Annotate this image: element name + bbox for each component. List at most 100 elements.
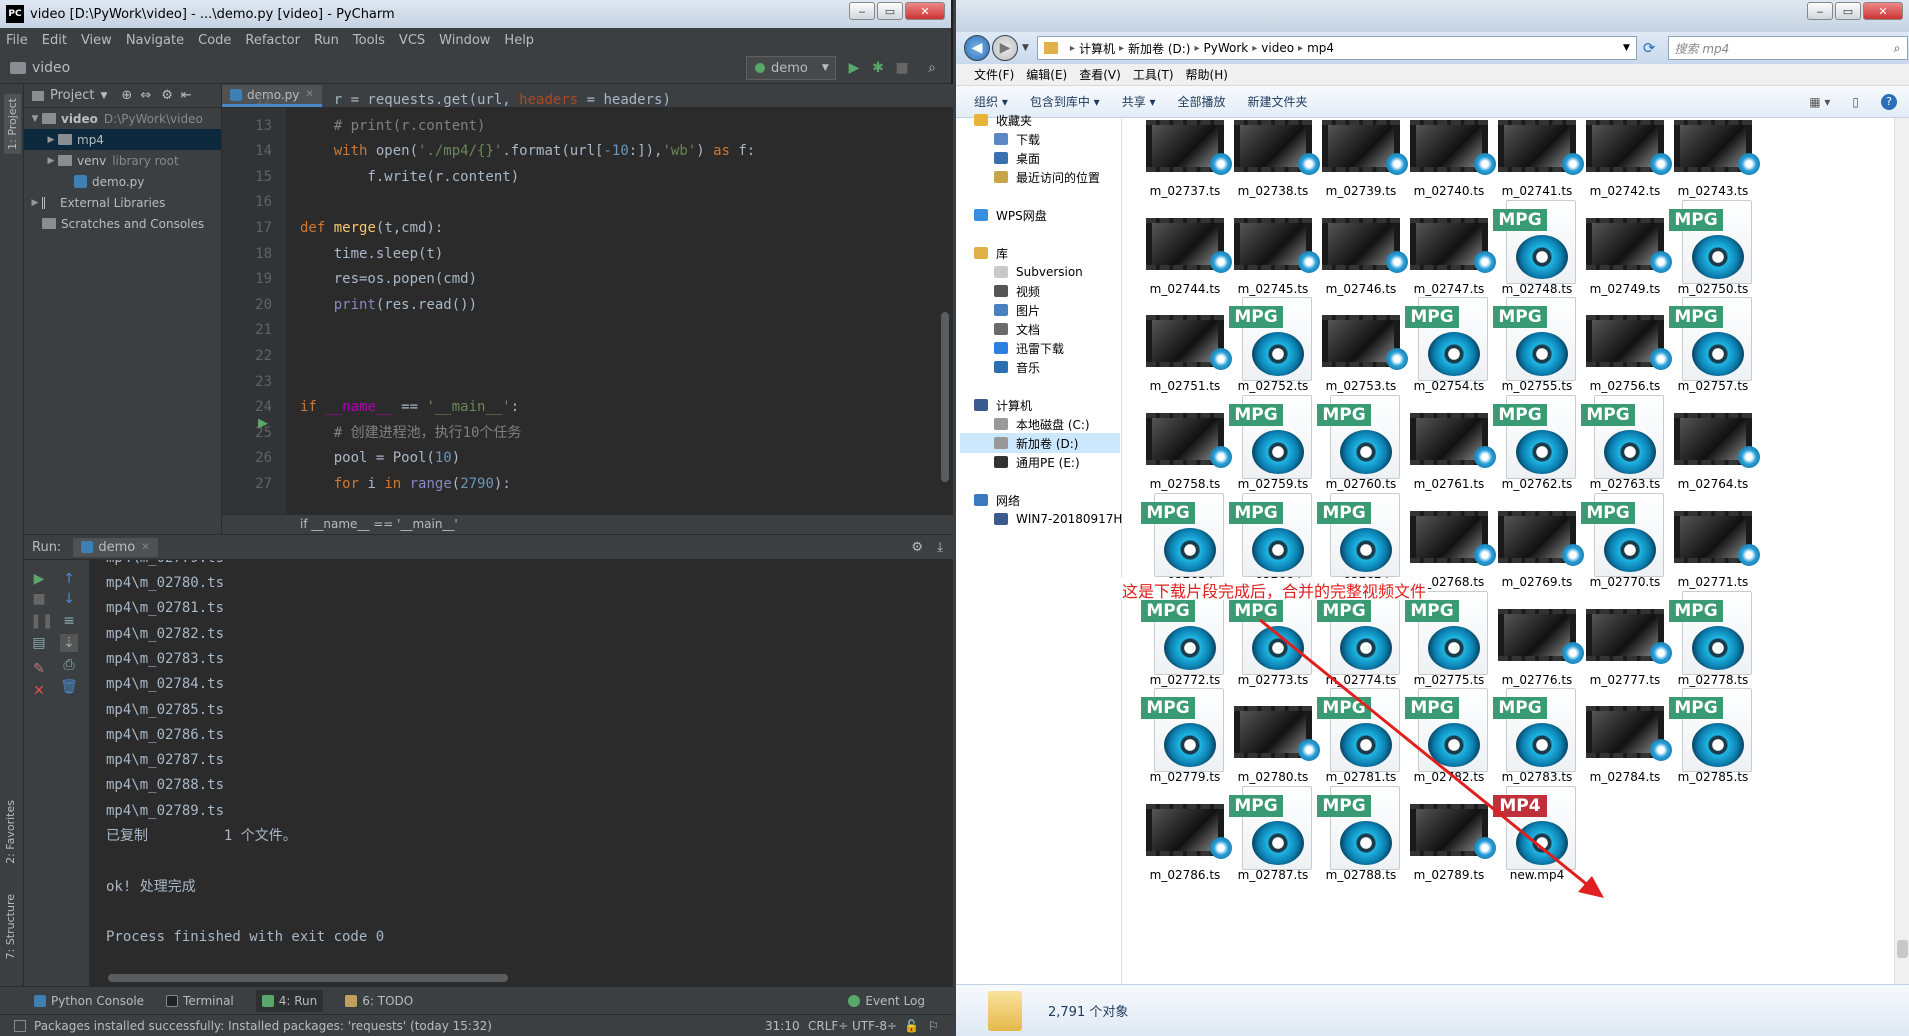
forward-button[interactable]: ▶ <box>992 35 1018 61</box>
tree-item[interactable]: ▼ video D:\PyWork\video <box>24 108 221 129</box>
maximize-button[interactable]: ▭ <box>877 2 903 20</box>
search-icon[interactable]: ⌕ <box>924 60 940 76</box>
sync-icon[interactable]: ⊕ <box>121 88 132 103</box>
tree-item[interactable]: ▶ venv library root <box>24 150 221 171</box>
file-item[interactable]: MPG m_02788.ts <box>1316 785 1406 882</box>
file-item[interactable]: m_02743.ts <box>1668 118 1760 198</box>
menu-item-view[interactable]: View <box>81 33 112 48</box>
menu-item-file[interactable]: File <box>6 33 28 48</box>
minimize-button[interactable]: ‒ <box>1807 2 1833 20</box>
file-item[interactable]: m_02745.ts <box>1228 200 1320 296</box>
chevron-down-icon[interactable]: ▼ <box>100 91 107 101</box>
pin-icon[interactable]: ✎ <box>30 660 48 678</box>
file-item[interactable]: MPG m_02754.ts <box>1404 297 1494 393</box>
soft-wrap-icon[interactable]: ≡ <box>60 612 78 630</box>
nav-item[interactable]: 桌面 <box>994 148 1040 168</box>
file-item[interactable]: MPG m_02762.ts <box>1492 395 1582 491</box>
toolbar-button[interactable]: 包含到库中 ▾ <box>1030 93 1100 110</box>
nav-item[interactable]: 计算机 <box>974 395 1032 415</box>
file-item[interactable]: m_02758.ts <box>1140 395 1232 491</box>
path-segment[interactable]: video <box>1261 41 1294 55</box>
toolbar-button[interactable]: 组织 ▾ <box>974 93 1008 110</box>
tab-favorites[interactable]: 2: Favorites <box>4 800 17 864</box>
path-segment[interactable]: 计算机 <box>1079 40 1115 57</box>
file-item[interactable]: MP4 new.mp4 <box>1492 785 1582 882</box>
gear-icon[interactable]: ⚙ <box>161 88 173 103</box>
explorer-menu-item[interactable]: 查看(V) <box>1079 66 1121 83</box>
file-item[interactable]: m_02737.ts <box>1140 118 1232 198</box>
chevron-down-icon[interactable]: ▼ <box>1623 43 1630 53</box>
nav-item[interactable]: 下载 <box>994 129 1040 149</box>
close-tab-icon[interactable]: ✕ <box>141 542 149 553</box>
tab-todo[interactable]: 6: TODO <box>345 994 413 1008</box>
status-toggle-icon[interactable] <box>14 1019 26 1032</box>
trash-icon[interactable]: 🗑 <box>60 678 78 696</box>
nav-item[interactable]: 视频 <box>994 281 1040 301</box>
arrow-up-icon[interactable]: ↑ <box>60 570 78 588</box>
debug-icon[interactable]: ✱ <box>870 60 886 76</box>
file-item[interactable]: MPG m_02757.ts <box>1668 297 1758 393</box>
nav-item[interactable]: 网络 <box>974 490 1020 510</box>
collapse-icon[interactable]: ⇔ <box>140 88 151 103</box>
pycharm-title-bar[interactable]: PC video [D:\PyWork\video] - ...\demo.py… <box>0 0 951 28</box>
file-item[interactable]: MPG m_02748.ts <box>1492 199 1582 296</box>
file-item[interactable]: MPG m_02774.ts <box>1316 590 1406 687</box>
file-item[interactable]: MPG m_02782.ts <box>1404 688 1494 784</box>
file-item[interactable]: MPG m_02775.ts <box>1404 590 1494 687</box>
tree-item[interactable]: ▶ mp4 <box>24 129 221 150</box>
tree-item[interactable]: ▶ External Libraries <box>24 192 221 213</box>
run-configuration-select[interactable]: demo ▼ <box>746 56 836 80</box>
nav-item[interactable]: 新加卷 (D:) <box>960 433 1120 453</box>
explorer-menu-item[interactable]: 帮助(H) <box>1186 66 1228 83</box>
explorer-menu-item[interactable]: 编辑(E) <box>1026 66 1067 83</box>
line-separator[interactable]: CRLF÷ <box>808 1019 848 1033</box>
minimize-button[interactable]: ‒ <box>849 2 875 20</box>
menu-item-tools[interactable]: Tools <box>353 33 385 48</box>
file-item[interactable]: MPG m_02785.ts <box>1668 688 1758 784</box>
tab-project[interactable]: 1: Project <box>4 94 21 154</box>
menu-item-refactor[interactable]: Refactor <box>245 33 300 48</box>
help-icon[interactable]: ? <box>1881 93 1897 110</box>
file-item[interactable]: m_02784.ts <box>1580 688 1672 784</box>
lock-icon[interactable]: 🔓 <box>904 1019 919 1033</box>
file-item[interactable]: m_02753.ts <box>1316 297 1408 393</box>
back-button[interactable]: ◀ <box>964 35 990 61</box>
file-item[interactable]: MPG m_02781.ts <box>1316 688 1406 784</box>
file-item[interactable]: m_02786.ts <box>1140 786 1232 882</box>
nav-item[interactable]: 文档 <box>994 319 1040 339</box>
scroll-to-end-icon[interactable]: ⇣ <box>60 634 78 652</box>
file-item[interactable]: m_02777.ts <box>1580 591 1672 687</box>
hide-icon[interactable]: ⇤ <box>181 88 192 103</box>
file-item[interactable]: m_02761.ts <box>1404 395 1496 491</box>
close-icon[interactable]: ✕ <box>30 682 48 700</box>
file-item[interactable]: MPG m_02783.ts <box>1492 688 1582 784</box>
nav-item[interactable]: 库 <box>974 243 1008 263</box>
maximize-button[interactable]: ▭ <box>1835 2 1861 20</box>
tab-terminal[interactable]: Terminal <box>166 994 234 1008</box>
file-item[interactable]: MPG m_02779.ts <box>1140 688 1230 784</box>
restore-layout-icon[interactable]: ▤ <box>30 634 48 652</box>
file-item[interactable]: m_02739.ts <box>1316 118 1408 198</box>
search-icon[interactable]: ⌕ <box>1894 41 1901 56</box>
refresh-icon[interactable]: ⟳ <box>1643 39 1656 57</box>
file-item[interactable]: m_02764.ts <box>1668 395 1760 491</box>
event-log-button[interactable]: Event Log <box>848 994 925 1008</box>
nav-item[interactable]: Subversion <box>994 262 1083 282</box>
run-gutter-icon[interactable]: ▶ <box>258 416 268 431</box>
caret-position[interactable]: 31:10 <box>765 1019 800 1033</box>
nav-item[interactable]: 收藏夹 <box>974 110 1032 130</box>
menu-item-vcs[interactable]: VCS <box>399 33 425 48</box>
hide-panel-icon[interactable]: ⤓ <box>937 540 943 555</box>
status-message[interactable]: Packages installed successfully: Install… <box>34 1019 492 1033</box>
tab-run[interactable]: 4: Run <box>255 989 324 1012</box>
address-bar[interactable]: ▸ 计算机 ▸ 新加卷 (D:) ▸ PyWork ▸ video ▸ mp4 ▼ <box>1036 36 1637 60</box>
file-item[interactable]: MPGm_02765.ts <box>1140 492 1230 589</box>
gear-icon[interactable]: ⚙ <box>911 540 923 555</box>
file-item[interactable]: m_02741.ts <box>1492 118 1584 198</box>
path-segment[interactable]: 新加卷 (D:) <box>1128 40 1190 57</box>
toolbar-button[interactable]: 新建文件夹 <box>1248 93 1308 110</box>
file-item[interactable]: MPG m_02755.ts <box>1492 297 1582 393</box>
file-item[interactable]: MPG m_02750.ts <box>1668 199 1758 296</box>
file-item[interactable]: MPG m_02772.ts <box>1140 590 1230 687</box>
editor-scrollbar[interactable] <box>941 312 949 482</box>
